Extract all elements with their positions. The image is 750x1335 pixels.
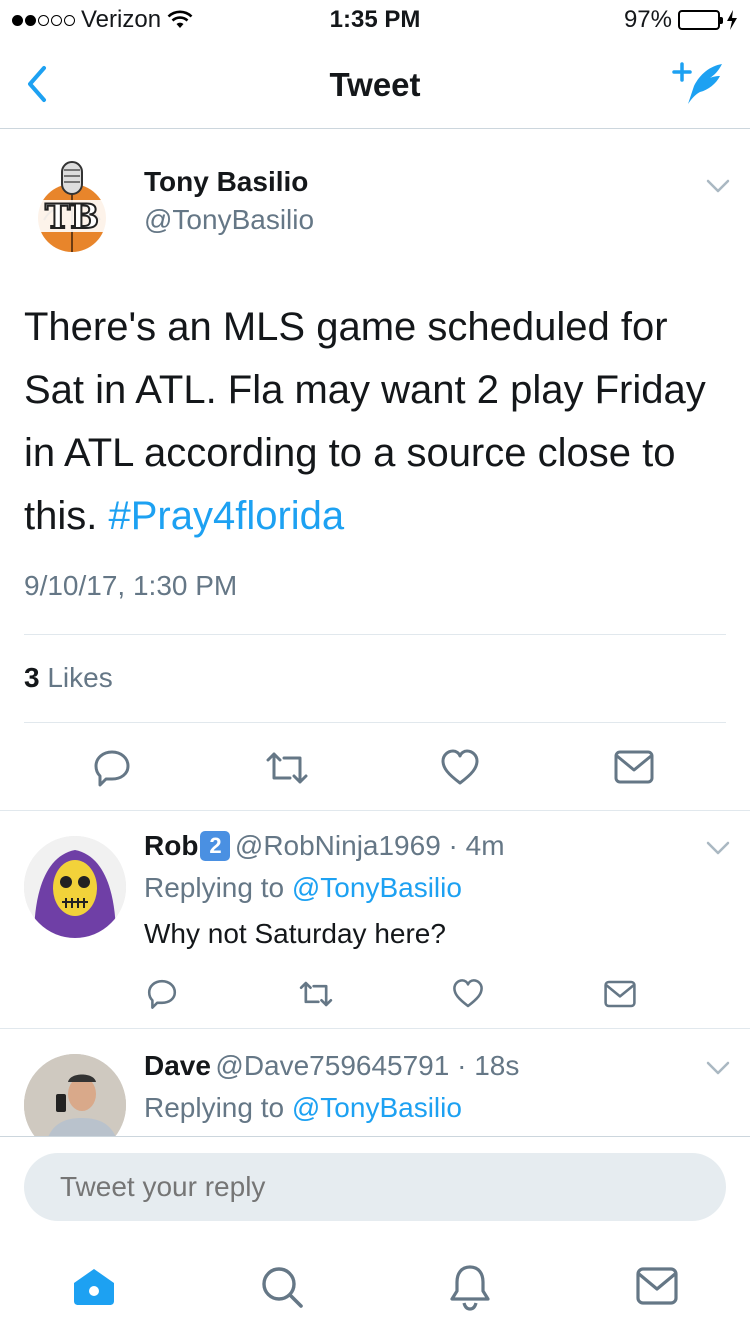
author-name[interactable]: Tony Basilio — [144, 166, 308, 198]
author-handle[interactable]: @TonyBasilio — [144, 204, 314, 236]
tweet-timestamp: 9/10/17, 1:30 PM — [24, 570, 238, 601]
compose-tweet-icon[interactable] — [672, 60, 728, 108]
reply-header: Rob 2 @RobNinja1969 · 4m — [144, 830, 505, 862]
replying-to: Replying to @TonyBasilio — [144, 872, 462, 903]
page-title: Tweet — [329, 66, 421, 103]
reply-input[interactable] — [24, 1153, 726, 1221]
reply-text: Why not Saturday here? — [144, 918, 446, 949]
divider — [0, 810, 750, 811]
charging-icon — [727, 10, 737, 30]
author-avatar[interactable]: TB — [24, 160, 120, 256]
nav-bar: Tweet — [0, 40, 750, 129]
reply-author-handle[interactable]: @Dave759645791 — [215, 1050, 449, 1081]
badge-two: 2 — [200, 831, 231, 861]
notifications-icon[interactable] — [448, 1263, 492, 1311]
tb-logo-icon: TB — [28, 161, 116, 252]
chevron-down-icon[interactable] — [704, 176, 732, 196]
bottom-bar — [0, 1136, 750, 1335]
reply-author-name[interactable]: Rob — [144, 830, 198, 861]
likes-count[interactable]: 3 Likes — [24, 662, 113, 694]
svg-text:TB: TB — [45, 197, 99, 237]
retweet-icon[interactable] — [298, 978, 334, 1010]
mention-link[interactable]: @TonyBasilio — [292, 872, 462, 903]
reply-age: · 4m — [440, 830, 505, 861]
reply-age: · 18s — [449, 1050, 520, 1081]
battery-info: 97% — [624, 6, 738, 34]
home-icon[interactable] — [72, 1267, 116, 1307]
retweet-icon[interactable] — [264, 748, 310, 788]
chevron-down-icon[interactable] — [704, 1058, 732, 1078]
reply-icon[interactable] — [146, 978, 178, 1010]
skeletor-avatar-icon — [24, 836, 126, 938]
reply-header: Dave @Dave759645791 · 18s — [144, 1050, 519, 1082]
divider — [0, 1028, 750, 1029]
like-icon[interactable] — [452, 978, 484, 1010]
share-mail-icon[interactable] — [604, 980, 636, 1008]
divider — [24, 634, 726, 635]
replying-to: Replying to @TonyBasilio — [144, 1092, 462, 1123]
battery-percent: 97% — [623, 6, 672, 33]
status-bar: Verizon 1:35 PM 97% — [0, 0, 750, 40]
chevron-down-icon[interactable] — [704, 838, 732, 858]
tweet-body: There's an MLS game scheduled for Sat in… — [24, 296, 724, 548]
reply-author-handle[interactable]: @RobNinja1969 — [235, 830, 441, 861]
share-mail-icon[interactable] — [614, 750, 654, 784]
divider — [24, 722, 726, 723]
reply-avatar[interactable] — [24, 836, 126, 938]
hashtag-link[interactable]: #Pray4florida — [108, 494, 344, 538]
like-icon[interactable] — [440, 748, 480, 788]
battery-icon — [678, 10, 723, 30]
search-icon[interactable] — [260, 1265, 304, 1309]
reply-author-name[interactable]: Dave — [144, 1050, 211, 1081]
reply-icon[interactable] — [92, 748, 132, 788]
messages-icon[interactable] — [636, 1267, 678, 1305]
mention-link[interactable]: @TonyBasilio — [292, 1092, 462, 1123]
